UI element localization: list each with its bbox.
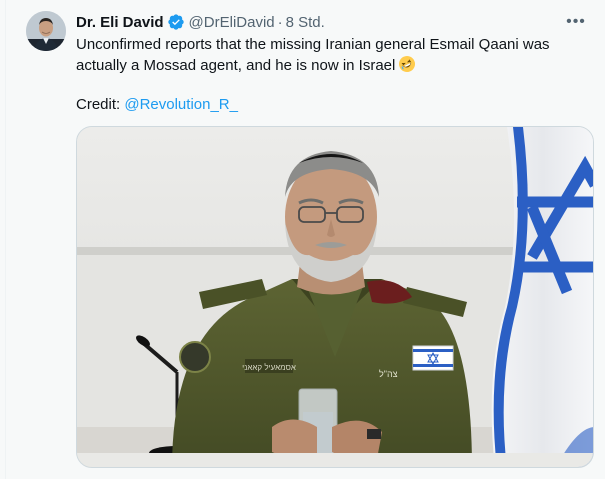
- tweet-text: Unconfirmed reports that the missing Ira…: [76, 35, 596, 76]
- tweet-card[interactable]: Dr. Eli David @DrEliDavid · 8 Std. ••• U…: [5, 0, 605, 479]
- more-options-icon[interactable]: •••: [563, 9, 589, 35]
- tweet-media-image[interactable]: אסמאעיל קאאני צה"ל: [76, 126, 594, 468]
- verified-badge-icon: [167, 13, 185, 31]
- name-tag: אסמאעיל קאאני: [242, 363, 296, 372]
- tweet-header: Dr. Eli David @DrEliDavid · 8 Std.: [76, 11, 593, 33]
- credit-label: Credit:: [76, 96, 121, 113]
- credit-link[interactable]: @Revolution_R_: [124, 96, 238, 113]
- author-handle[interactable]: @DrEliDavid: [189, 14, 275, 31]
- separator-dot: ·: [277, 13, 283, 31]
- tweet-body: Unconfirmed reports that the missing Ira…: [76, 36, 550, 74]
- shirt-label: צה"ל: [379, 369, 398, 379]
- rolling-on-floor-laughing-emoji-icon: [398, 55, 416, 73]
- avatar[interactable]: [26, 11, 66, 51]
- credit-line: Credit: @Revolution_R_: [76, 95, 238, 115]
- author-name[interactable]: Dr. Eli David: [76, 14, 164, 31]
- tweet-timestamp[interactable]: 8 Std.: [286, 14, 325, 31]
